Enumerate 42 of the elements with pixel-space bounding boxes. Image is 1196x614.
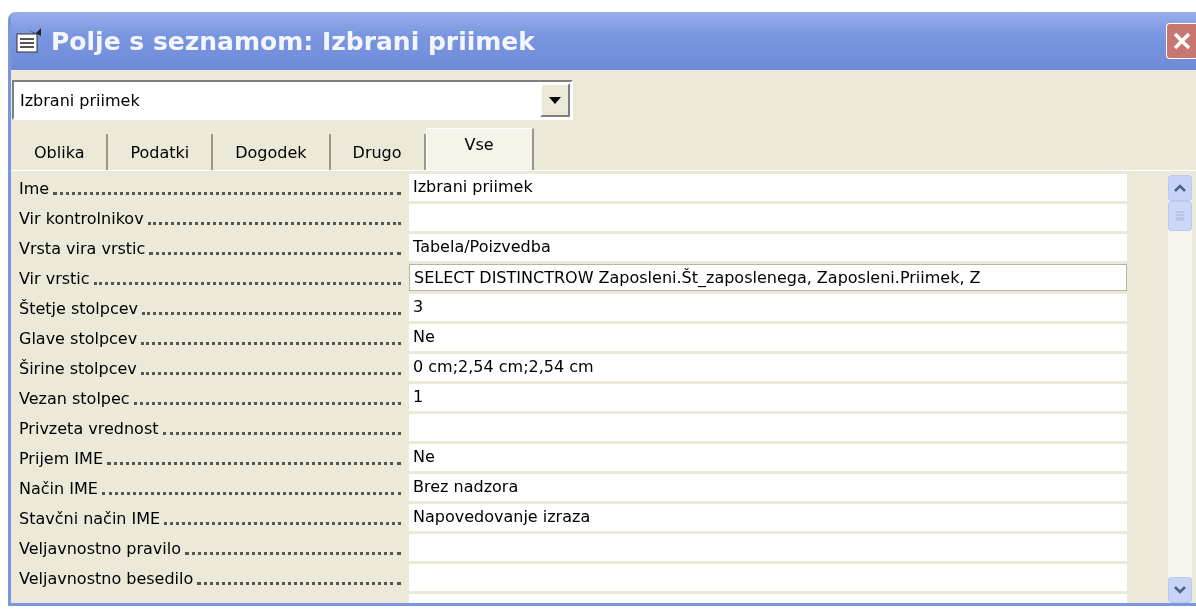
property-label: Vrsta vira vrstic: [19, 239, 146, 258]
scrollbar[interactable]: [1168, 175, 1192, 603]
caret-icon: [549, 96, 561, 104]
property-value-field[interactable]: Ne: [409, 324, 1127, 351]
scroll-down-button[interactable]: [1168, 577, 1192, 603]
property-label: Prijem IME: [19, 449, 103, 468]
object-dropdown[interactable]: Izbrani priimek: [12, 80, 573, 120]
window-title: Polje s seznamom: Izbrani priimek: [51, 26, 535, 56]
scroll-up-button[interactable]: [1168, 175, 1192, 201]
property-value-field[interactable]: Ne: [409, 444, 1127, 471]
property-label: Stavčni način IME: [19, 509, 161, 528]
property-value-field[interactable]: [409, 534, 1127, 561]
property-label: Način IME: [19, 479, 98, 498]
property-label: Glave stolpcev: [19, 329, 138, 348]
property-label: Ime: [19, 179, 50, 198]
chevron-up-icon: [1174, 184, 1186, 192]
close-icon: [1171, 31, 1192, 51]
property-value-field[interactable]: SELECT DISTINCTROW Zaposleni.Št_zaposlenega, Zaposleni.Priimek, Z: [409, 264, 1127, 291]
property-value-field[interactable]: 3: [409, 294, 1127, 321]
property-value-field[interactable]: [409, 564, 1127, 591]
property-value-field[interactable]: Napovedovanje izraza: [409, 504, 1127, 531]
properties-icon: [15, 28, 43, 54]
property-value-field[interactable]: 0 cm;2,54 cm;2,54 cm: [409, 354, 1127, 381]
tab[interactable]: Vse: [425, 128, 534, 170]
property-value-field[interactable]: Izbrani priimek: [409, 174, 1127, 201]
close-button[interactable]: [1166, 23, 1196, 59]
property-label: Vir kontrolnikov: [19, 209, 144, 228]
property-label: Vezan stolpec: [19, 389, 130, 408]
dropdown-button[interactable]: [540, 83, 570, 117]
property-value-field[interactable]: [409, 204, 1127, 231]
property-value-field[interactable]: Tabela/Poizvedba: [409, 234, 1127, 261]
property-label: Štetje stolpcev: [19, 299, 139, 318]
property-value-field[interactable]: 1: [409, 384, 1127, 411]
property-label: Privzeta vrednost: [19, 419, 159, 438]
property-value-field[interactable]: [409, 414, 1127, 441]
property-value-field[interactable]: Brez nadzora: [409, 474, 1127, 501]
scroll-thumb[interactable]: [1168, 201, 1192, 231]
property-label: Vir vrstic: [19, 269, 90, 288]
property-label: Veljavnostno pravilo: [19, 539, 181, 558]
chevron-down-icon: [1174, 586, 1186, 594]
property-label: Veljavnostno besedilo: [19, 569, 194, 588]
property-label: Širine stolpcev: [19, 359, 137, 378]
